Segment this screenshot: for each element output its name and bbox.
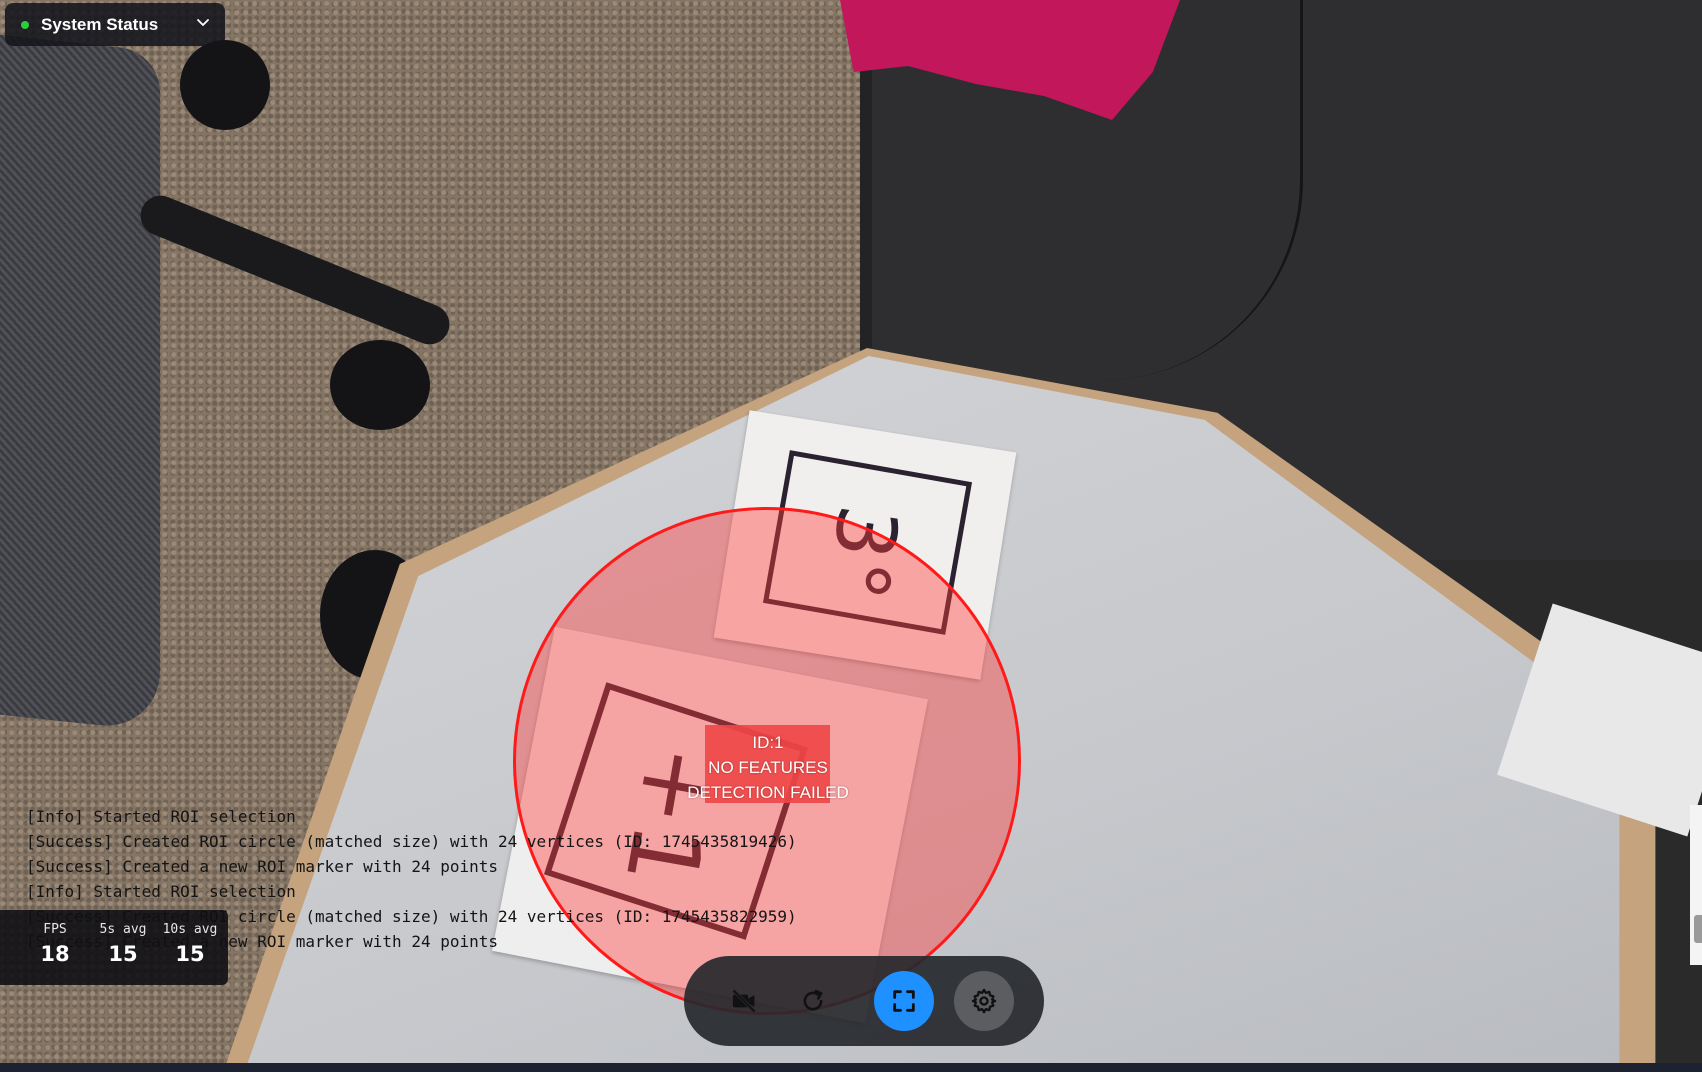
status-indicator-dot [21,20,29,29]
roi-id-label: ID:1 [752,733,784,752]
reload-icon [803,989,823,1011]
fps-10s-avg: 10s avg 15 [155,922,225,966]
fullscreen-button[interactable] [874,971,934,1031]
scene-chair-wheel [330,340,430,430]
control-bar [684,956,1044,1046]
settings-button[interactable] [954,971,1014,1031]
chevron-down-icon[interactable] [195,14,211,35]
camera-viewport[interactable]: 3° +1 ID:1 NO FEATURES DETECTION FAILED … [0,0,1702,1063]
scene-chair [0,28,160,732]
fps-current: FPS 18 [20,922,90,966]
side-panel-handle[interactable] [1694,915,1702,943]
bottom-strip [0,1063,1702,1072]
camera-off-button[interactable] [714,971,774,1031]
scene-chair-wheel [180,40,270,130]
roi-status-detection-failed: DETECTION FAILED [687,783,849,802]
fullscreen-icon [893,990,915,1012]
fps-label: FPS [43,922,67,937]
log-line: [Info] Started ROI selection [26,807,296,826]
fps-10s-avg-label: 10s avg [162,922,218,937]
log-line: [Success] Created ROI circle (matched si… [26,832,797,851]
roi-status-no-features: NO FEATURES [708,758,828,777]
system-status-dropdown[interactable]: System Status [5,3,225,46]
fps-5s-avg: 5s avg 15 [88,922,158,966]
log-line: [Success] Created a new ROI marker with … [26,857,499,876]
scene-mat-edge [860,70,872,370]
camera-off-icon [732,989,756,1013]
fps-value: 18 [40,942,70,966]
fps-5s-avg-value: 15 [108,942,138,966]
fps-5s-avg-label: 5s avg [99,922,147,937]
reload-button[interactable] [783,971,843,1031]
gear-icon [971,988,997,1014]
fps-panel: FPS 18 5s avg 15 10s avg 15 [0,910,228,985]
log-line: [Info] Started ROI selection [26,882,296,901]
fps-10s-avg-value: 15 [175,942,205,966]
system-status-title: System Status [41,14,159,34]
